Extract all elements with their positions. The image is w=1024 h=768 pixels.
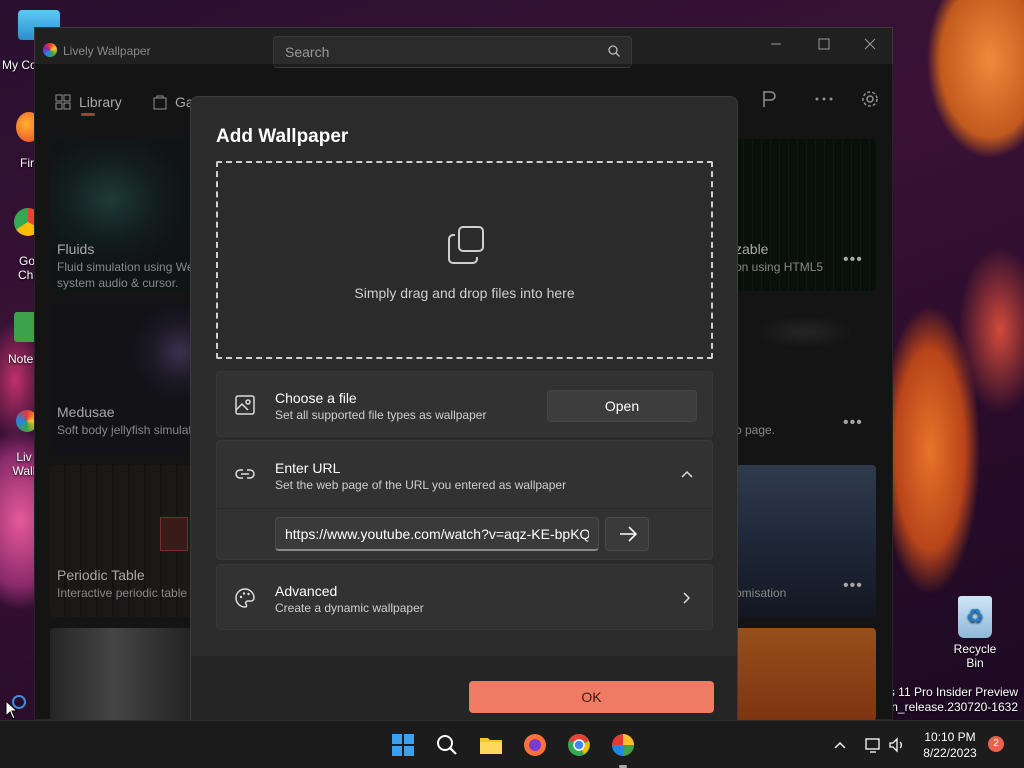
choose-file-title: Choose a file bbox=[275, 390, 357, 406]
desktop-icon-label: Fir bbox=[20, 156, 34, 170]
file-explorer-icon[interactable] bbox=[478, 732, 504, 758]
chevron-right-icon bbox=[683, 592, 691, 604]
lively-wallpaper-icon[interactable] bbox=[610, 732, 636, 758]
chevron-up-icon[interactable] bbox=[679, 467, 695, 483]
drop-zone-text: Simply drag and drop files into here bbox=[354, 285, 575, 301]
add-wallpaper-dialog: Add Wallpaper Simply drag and drop files… bbox=[190, 96, 738, 721]
show-hidden-icons-chevron-icon[interactable] bbox=[832, 737, 848, 753]
enter-url-title: Enter URL bbox=[275, 460, 341, 476]
close-button[interactable] bbox=[855, 34, 885, 54]
enter-url-subtitle: Set the web page of the URL you entered … bbox=[275, 478, 567, 492]
clock-date[interactable]: 8/22/2023 bbox=[918, 746, 982, 760]
clock-time[interactable]: 10:10 PM bbox=[918, 730, 982, 744]
maximize-button[interactable] bbox=[809, 34, 839, 54]
copy-files-icon bbox=[448, 226, 484, 264]
advanced-subtitle: Create a dynamic wallpaper bbox=[275, 601, 424, 615]
notification-badge[interactable]: 2 bbox=[988, 736, 1004, 752]
desktop-icon-label: Liv Wall bbox=[12, 450, 36, 478]
dialog-title: Add Wallpaper bbox=[216, 126, 349, 147]
recycle-bin-icon bbox=[958, 596, 992, 638]
loading-ring-icon bbox=[12, 695, 26, 709]
advanced-title: Advanced bbox=[275, 583, 338, 599]
watermark-line-2: 5.zn_release.230720-1632 bbox=[875, 700, 1018, 714]
desktop-icon-recycle-bin[interactable]: Recycle Bin bbox=[944, 596, 1006, 670]
choose-file-subtitle: Set all supported file types as wallpape… bbox=[275, 408, 487, 422]
choose-file-card: Choose a file Set all supported file typ… bbox=[216, 371, 713, 437]
volume-icon[interactable] bbox=[888, 736, 906, 754]
arrow-right-icon bbox=[620, 526, 638, 542]
windows-watermark: ws 11 Pro Insider Preview 5.zn_release.2… bbox=[875, 685, 1018, 715]
search-icon[interactable] bbox=[607, 44, 621, 58]
file-drop-zone[interactable]: Simply drag and drop files into here bbox=[216, 161, 713, 359]
url-input[interactable] bbox=[275, 517, 599, 551]
app-logo-icon bbox=[43, 43, 57, 57]
desktop-icon-label: My Co bbox=[2, 58, 37, 72]
windows-start-icon[interactable] bbox=[390, 732, 416, 758]
advanced-card[interactable]: Advanced Create a dynamic wallpaper bbox=[216, 564, 713, 630]
link-icon bbox=[235, 469, 255, 479]
chrome-icon[interactable] bbox=[566, 732, 592, 758]
desktop-icon-lively[interactable]: Liv Wall bbox=[0, 410, 38, 478]
go-url-button[interactable] bbox=[605, 517, 649, 551]
title-bar[interactable]: Lively Wallpaper bbox=[35, 28, 892, 68]
recycle-bin-label: Recycle Bin bbox=[953, 642, 997, 670]
palette-icon bbox=[235, 588, 255, 608]
taskbar-search-icon[interactable] bbox=[434, 732, 460, 758]
desktop-icon-label: Note bbox=[8, 352, 34, 366]
watermark-line-1: ws 11 Pro Insider Preview bbox=[880, 685, 1018, 699]
desktop-icon-chrome[interactable]: Go Chr bbox=[0, 208, 42, 282]
minimize-button[interactable] bbox=[761, 34, 791, 54]
desktop-icon-notepad[interactable]: Note bbox=[0, 312, 40, 366]
open-file-button[interactable]: Open bbox=[547, 390, 697, 422]
firefox-icon[interactable] bbox=[522, 732, 548, 758]
taskbar: 10:10 PM 8/22/2023 bbox=[0, 720, 1024, 768]
network-icon[interactable] bbox=[864, 736, 882, 754]
ok-button[interactable]: OK bbox=[469, 681, 714, 713]
card-divider bbox=[217, 508, 712, 509]
desktop-icon-firefox[interactable]: Fir bbox=[0, 112, 42, 170]
image-icon bbox=[235, 395, 255, 415]
app-title: Lively Wallpaper bbox=[63, 44, 151, 58]
